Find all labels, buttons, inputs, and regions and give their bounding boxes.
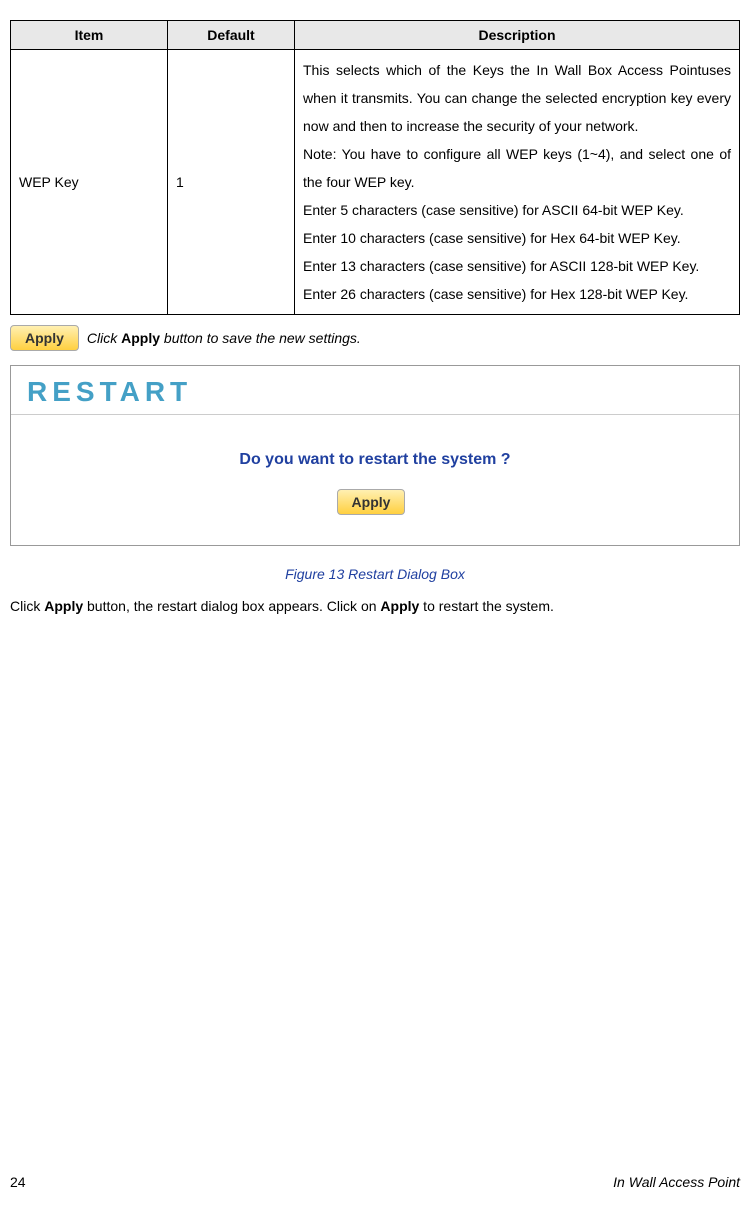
col-description-header: Description [295,21,740,50]
cell-description-text: This selects which of the Keys the In Wa… [303,62,731,302]
apply-instruction: Apply Click Apply button to save the new… [10,325,740,351]
bp-t2: button, the restart dialog box appears. … [83,598,380,614]
bp-b1: Apply [44,598,83,614]
page-number: 24 [10,1174,26,1190]
figure-caption: Figure 13 Restart Dialog Box [10,566,740,582]
config-table: Item Default Description WEP Key 1 This … [10,20,740,315]
apply-text-after: button to save the new settings. [164,330,361,346]
col-item-header: Item [11,21,168,50]
bp-t3: to restart the system. [419,598,554,614]
apply-button[interactable]: Apply [10,325,79,351]
restart-question: Do you want to restart the system ? [11,451,739,469]
cell-item: WEP Key [11,50,168,315]
cell-default: 1 [168,50,295,315]
cell-description: This selects which of the Keys the In Wa… [295,50,740,315]
restart-title: RESTART [11,366,739,414]
bp-t1: Click [10,598,44,614]
body-paragraph: Click Apply button, the restart dialog b… [10,598,740,614]
apply-text-bold: Apply [117,330,164,346]
restart-dialog-figure: RESTART Do you want to restart the syste… [10,365,740,546]
restart-apply-button[interactable]: Apply [337,489,406,515]
restart-body: Do you want to restart the system ? Appl… [11,431,739,545]
page-footer: 24 In Wall Access Point [10,1174,740,1190]
apply-text-before: Click [87,330,117,346]
table-row: WEP Key 1 This selects which of the Keys… [11,50,740,315]
col-default-header: Default [168,21,295,50]
bp-b2: Apply [380,598,419,614]
footer-doc-title: In Wall Access Point [613,1174,740,1190]
divider [11,414,739,415]
